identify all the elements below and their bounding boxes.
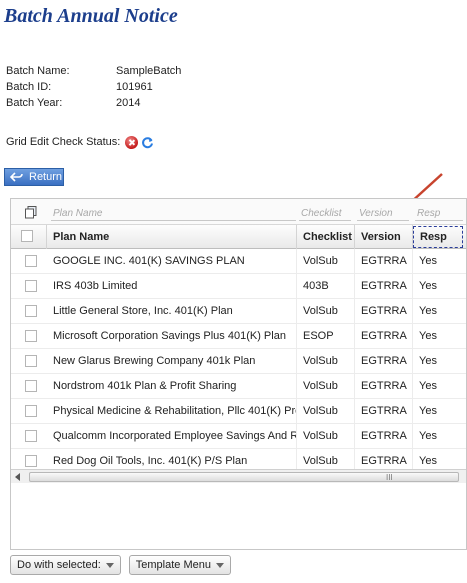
resp-filter[interactable]: Resp: [415, 207, 463, 221]
table-row[interactable]: New Glarus Brewing Company 401k Plan Vol…: [11, 349, 466, 374]
batch-id-label: Batch ID:: [6, 81, 52, 93]
batch-id-value: 101961: [116, 81, 153, 93]
cell-plan-name: Nordstrom 401k Plan & Profit Sharing: [47, 374, 297, 399]
cell-checklist: 403B: [297, 274, 355, 299]
column-header-checklist[interactable]: Checklist: [297, 225, 355, 249]
cell-resp: Yes: [413, 299, 466, 324]
cell-checklist: VolSub: [297, 449, 355, 471]
cell-plan-name: Microsoft Corporation Savings Plus 401(K…: [47, 324, 297, 349]
select-all-cell: [11, 225, 47, 249]
cell-version: EGTRRA: [355, 249, 413, 274]
cell-version: EGTRRA: [355, 374, 413, 399]
cell-version: EGTRRA: [355, 449, 413, 471]
version-filter[interactable]: Version: [357, 207, 409, 221]
chevron-down-icon: [105, 562, 114, 568]
table-row[interactable]: IRS 403b Limited 403B EGTRRA Yes: [11, 274, 466, 299]
grid-edit-check-status: Grid Edit Check Status:: [6, 134, 154, 150]
cell-resp: Yes: [413, 274, 466, 299]
select-all-checkbox[interactable]: [21, 230, 33, 242]
template-menu-label: Template Menu: [135, 559, 211, 571]
cell-resp: Yes: [413, 449, 466, 471]
row-checkbox[interactable]: [25, 430, 37, 442]
batch-info: Batch Name: SampleBatch Batch ID: 101961…: [6, 63, 266, 111]
error-x-icon[interactable]: [125, 135, 139, 149]
chevron-down-icon: [215, 562, 224, 568]
do-with-selected-label: Do with selected:: [17, 559, 101, 571]
cell-plan-name: GOOGLE INC. 401(K) SAVINGS PLAN: [47, 249, 297, 274]
row-checkbox[interactable]: [25, 355, 37, 367]
table-row[interactable]: Physical Medicine & Rehabilitation, Pllc…: [11, 399, 466, 424]
cell-checklist: VolSub: [297, 249, 355, 274]
table-row[interactable]: Red Dog Oil Tools, Inc. 401(K) P/S Plan …: [11, 449, 466, 471]
cell-plan-name: Red Dog Oil Tools, Inc. 401(K) P/S Plan: [47, 449, 297, 471]
row-checkbox[interactable]: [25, 380, 37, 392]
return-arrow-icon: [10, 171, 24, 183]
cell-checklist: ESOP: [297, 324, 355, 349]
batch-name-row: Batch Name: SampleBatch: [6, 63, 266, 79]
row-checkbox[interactable]: [25, 305, 37, 317]
return-button[interactable]: Return: [4, 168, 64, 186]
column-header-resp[interactable]: Resp: [413, 226, 463, 248]
cell-plan-name: Physical Medicine & Rehabilitation, Pllc…: [47, 399, 297, 424]
cell-plan-name: New Glarus Brewing Company 401k Plan: [47, 349, 297, 374]
table-row[interactable]: Nordstrom 401k Plan & Profit Sharing Vol…: [11, 374, 466, 399]
cell-checklist: VolSub: [297, 349, 355, 374]
cell-checklist: VolSub: [297, 399, 355, 424]
return-button-label: Return: [29, 171, 63, 183]
grid-body: GOOGLE INC. 401(K) SAVINGS PLAN VolSub E…: [11, 249, 466, 471]
batch-year-value: 2014: [116, 97, 141, 109]
table-row[interactable]: GOOGLE INC. 401(K) SAVINGS PLAN VolSub E…: [11, 249, 466, 274]
status-label: Grid Edit Check Status:: [6, 136, 121, 148]
cell-version: EGTRRA: [355, 424, 413, 449]
do-with-selected-menu[interactable]: Do with selected:: [10, 555, 121, 575]
row-checkbox[interactable]: [25, 280, 37, 292]
refresh-icon[interactable]: [141, 136, 154, 149]
cell-checklist: VolSub: [297, 424, 355, 449]
scrollbar-thumb[interactable]: III: [29, 472, 459, 482]
batch-name-label: Batch Name:: [6, 65, 70, 77]
cell-version: EGTRRA: [355, 399, 413, 424]
grid-header: Plan Name Checklist Version Resp: [11, 225, 466, 249]
table-row[interactable]: Microsoft Corporation Savings Plus 401(K…: [11, 324, 466, 349]
template-menu[interactable]: Template Menu: [128, 555, 231, 575]
cell-checklist: VolSub: [297, 374, 355, 399]
column-chooser-icon[interactable]: [24, 205, 38, 219]
row-checkbox[interactable]: [25, 330, 37, 342]
table-row[interactable]: Little General Store, Inc. 401(K) Plan V…: [11, 299, 466, 324]
row-checkbox[interactable]: [25, 255, 37, 267]
cell-resp: Yes: [413, 249, 466, 274]
batch-year-row: Batch Year: 2014: [6, 95, 266, 111]
cell-plan-name: Little General Store, Inc. 401(K) Plan: [47, 299, 297, 324]
cell-resp: Yes: [413, 374, 466, 399]
batch-id-row: Batch ID: 101961: [6, 79, 266, 95]
cell-resp: Yes: [413, 324, 466, 349]
plan-name-filter[interactable]: Plan Name: [51, 207, 296, 221]
cell-version: EGTRRA: [355, 274, 413, 299]
row-checkbox[interactable]: [25, 405, 37, 417]
cell-version: EGTRRA: [355, 324, 413, 349]
batch-year-label: Batch Year:: [6, 97, 63, 109]
cell-checklist: VolSub: [297, 299, 355, 324]
row-checkbox[interactable]: [25, 455, 37, 467]
scrollbar-grip: III: [386, 473, 393, 482]
cell-resp: Yes: [413, 349, 466, 374]
scroll-left-icon[interactable]: [15, 473, 20, 481]
cell-version: EGTRRA: [355, 349, 413, 374]
horizontal-scrollbar[interactable]: III: [11, 469, 466, 483]
column-header-plan-name[interactable]: Plan Name: [47, 225, 297, 249]
cell-plan-name: IRS 403b Limited: [47, 274, 297, 299]
page-title: Batch Annual Notice: [4, 5, 178, 27]
checklist-filter[interactable]: Checklist: [299, 207, 351, 221]
cell-plan-name: Qualcomm Incorporated Employee Savings A…: [47, 424, 297, 449]
bottom-toolbar: Do with selected: Template Menu: [10, 555, 231, 575]
column-header-version[interactable]: Version: [355, 225, 413, 249]
cell-version: EGTRRA: [355, 299, 413, 324]
plans-grid: Plan Name Checklist Version Resp Plan Na…: [10, 198, 467, 550]
cell-resp: Yes: [413, 424, 466, 449]
batch-name-value: SampleBatch: [116, 65, 182, 77]
cell-resp: Yes: [413, 399, 466, 424]
filter-row: Plan Name Checklist Version Resp: [11, 199, 466, 225]
table-row[interactable]: Qualcomm Incorporated Employee Savings A…: [11, 424, 466, 449]
